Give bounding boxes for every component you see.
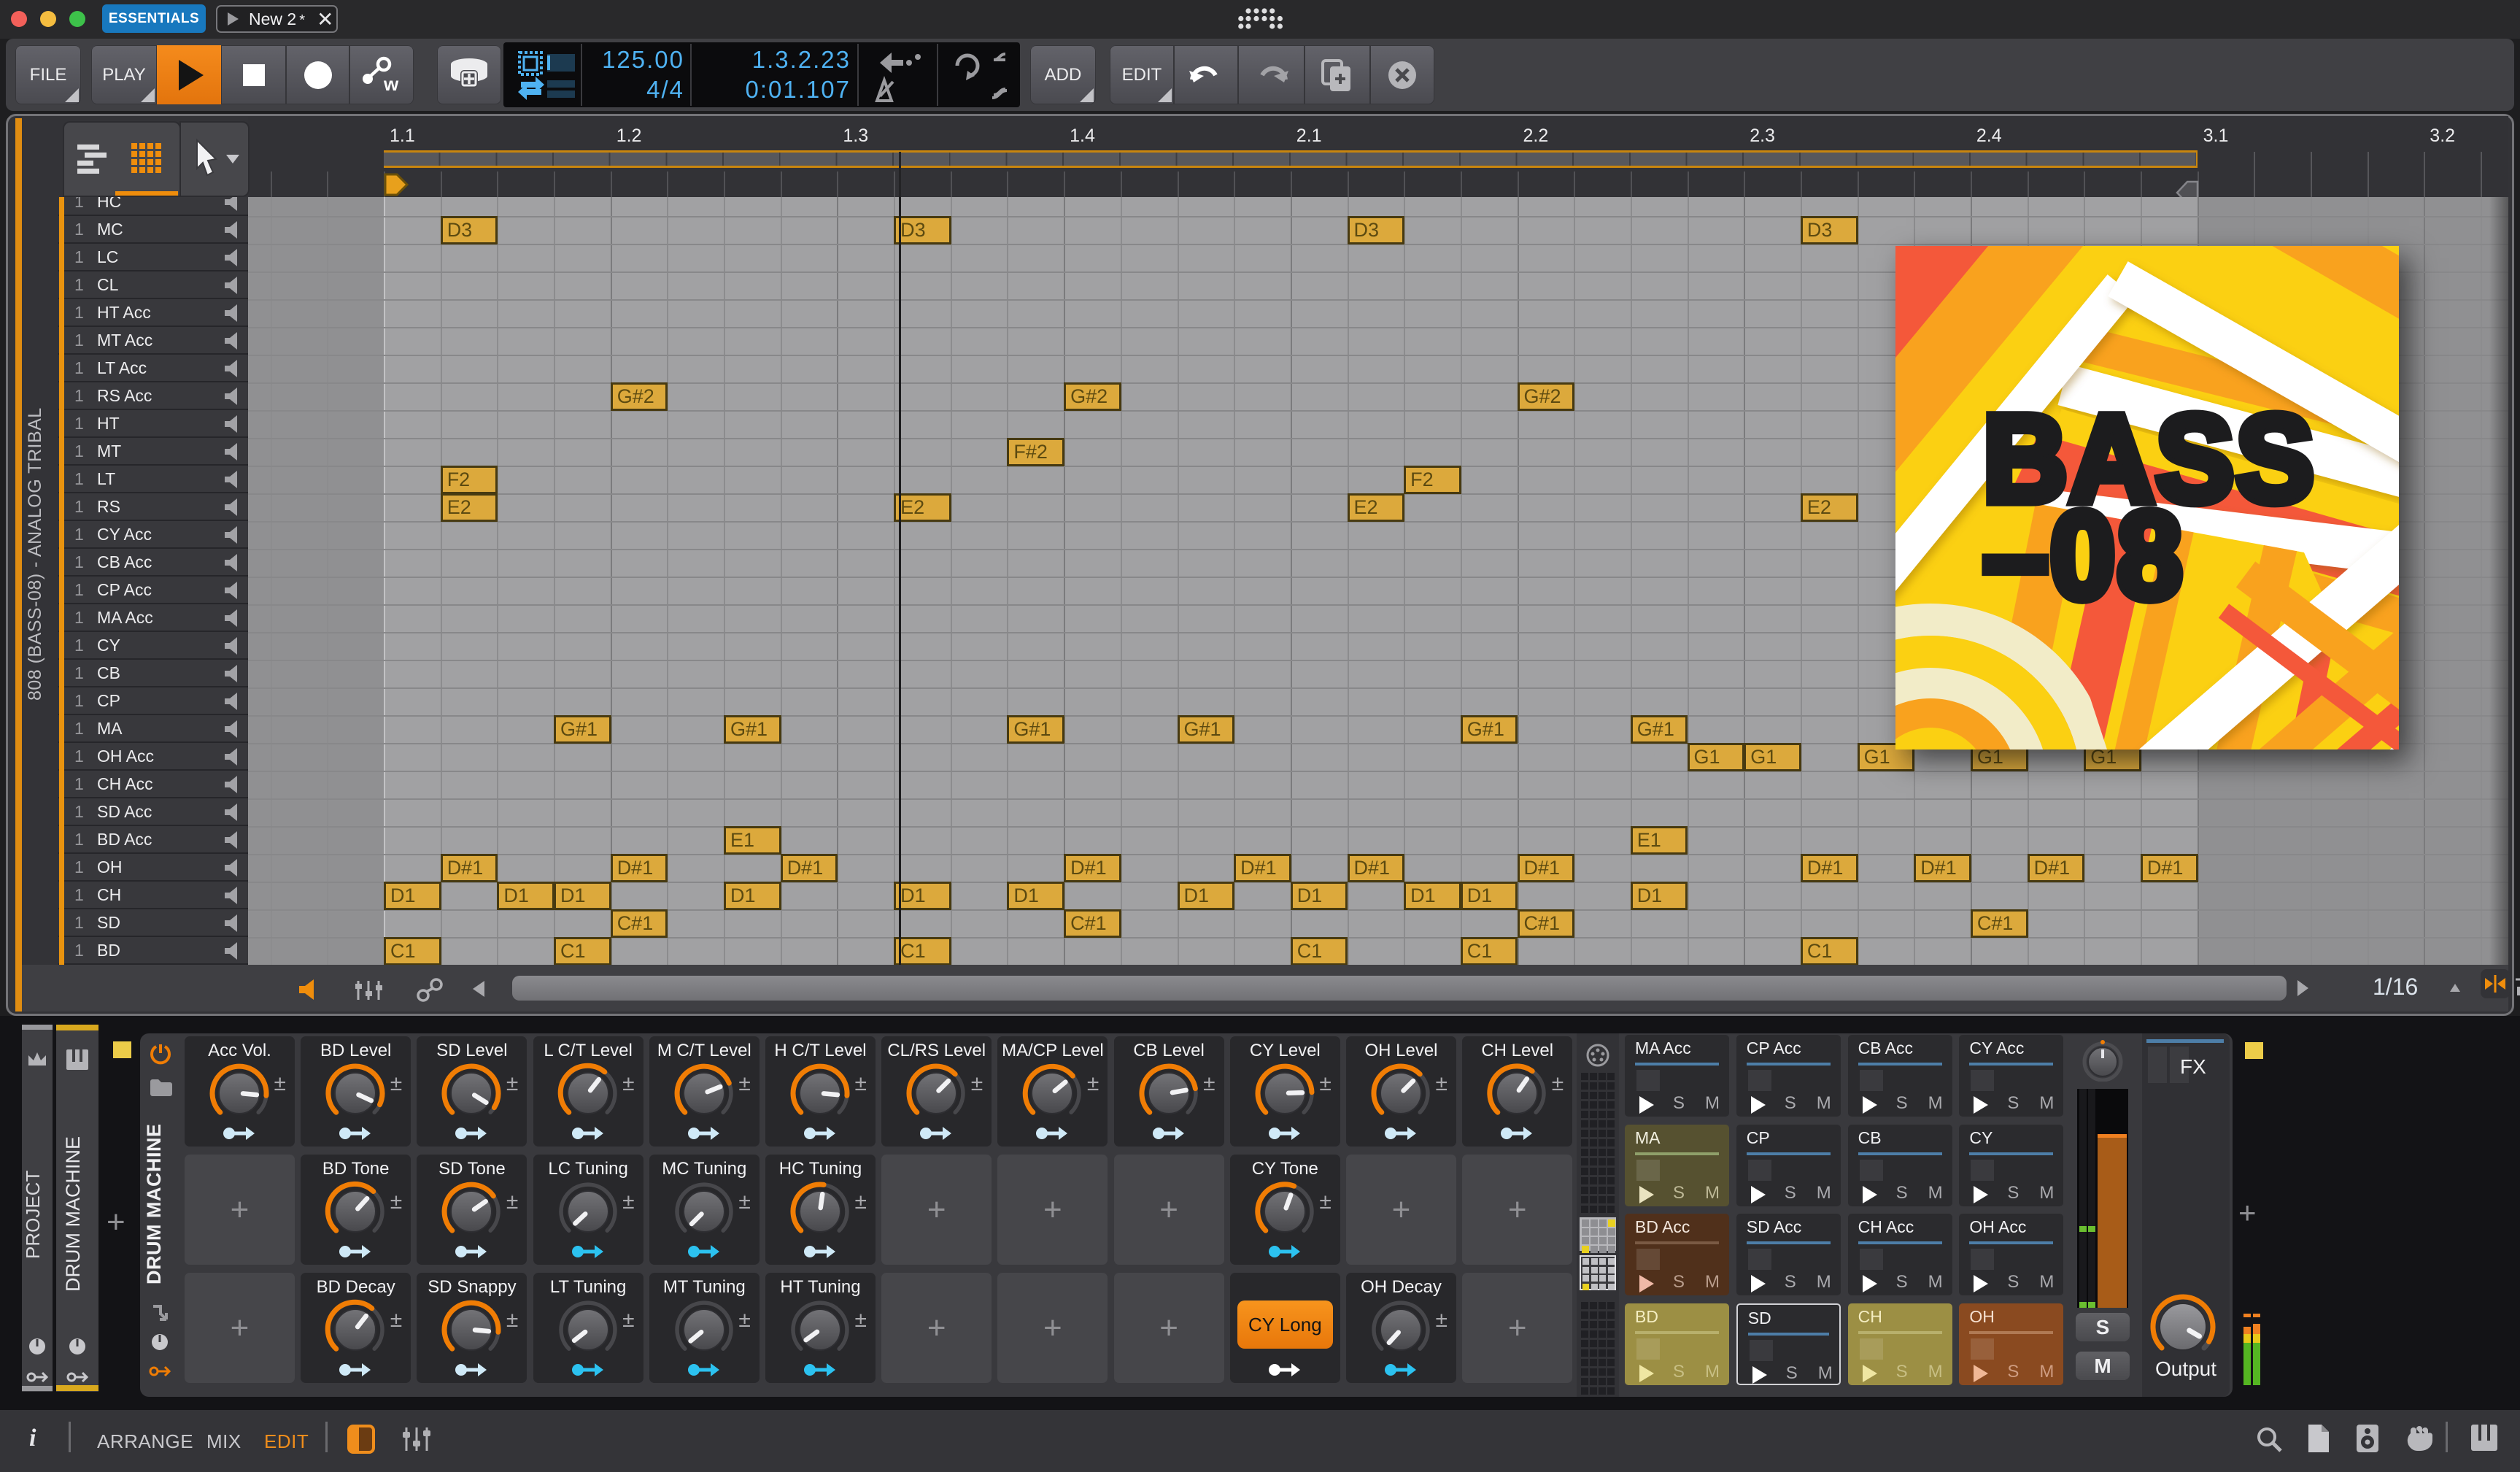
svg-text:–08: –08 xyxy=(1983,486,2184,624)
svg-text:w: w xyxy=(383,73,399,95)
